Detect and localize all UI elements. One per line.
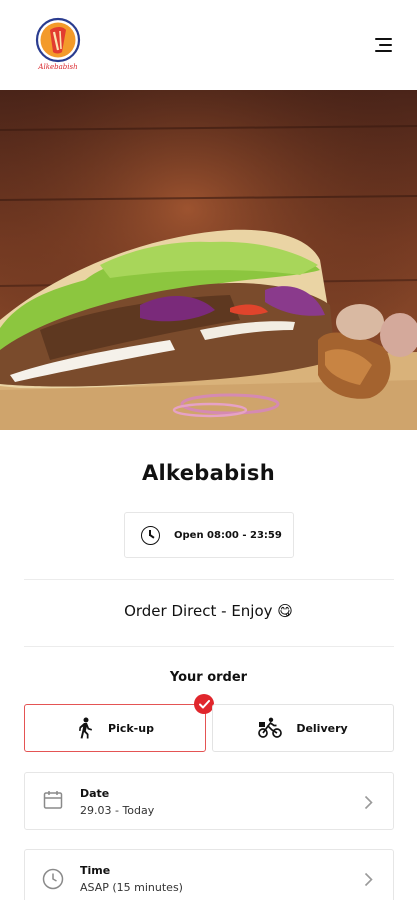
opening-hours-badge: Open 08:00 - 23:59 (124, 512, 294, 558)
svg-text:Alkebabish: Alkebabish (37, 63, 77, 71)
delivery-option-button[interactable]: Delivery (212, 704, 394, 752)
menu-line (375, 50, 392, 52)
calendar-icon (43, 791, 63, 809)
pickup-label: Pick-up (108, 721, 154, 735)
doner-kebab-photo-icon (0, 90, 417, 430)
clock-icon (141, 525, 160, 545)
opening-hours-text: Open 08:00 - 23:59 (174, 529, 282, 541)
clock-icon (42, 868, 64, 890)
divider (24, 646, 394, 647)
divider (24, 579, 394, 580)
chevron-right-icon (364, 795, 373, 810)
delivery-label: Delivery (296, 721, 348, 735)
selected-check-icon (194, 694, 214, 714)
menu-line (379, 44, 392, 46)
date-selector[interactable]: Date 29.03 - Today (24, 772, 394, 830)
app-header: Alkebabish (0, 0, 417, 90)
date-label: Date (80, 787, 110, 800)
hero-image (0, 90, 417, 430)
restaurant-name: Alkebabish (142, 461, 275, 485)
time-value: ASAP (15 minutes) (80, 881, 183, 894)
walking-person-icon (79, 717, 93, 739)
restaurant-logo[interactable]: Alkebabish (33, 16, 83, 72)
bicycle-delivery-icon (258, 717, 283, 738)
time-label: Time (80, 864, 111, 877)
pickup-option-button[interactable]: Pick-up (24, 694, 214, 752)
chevron-right-icon (364, 872, 373, 887)
hamburger-menu-icon (375, 38, 392, 40)
menu-button[interactable] (364, 32, 392, 58)
order-heading: Your order (169, 670, 248, 685)
date-value: 29.03 - Today (80, 804, 155, 817)
kebab-logo-icon: Alkebabish (35, 17, 81, 71)
time-selector[interactable]: Time ASAP (15 minutes) (24, 849, 394, 900)
tagline: Order Direct - Enjoy 😋 (124, 602, 293, 620)
